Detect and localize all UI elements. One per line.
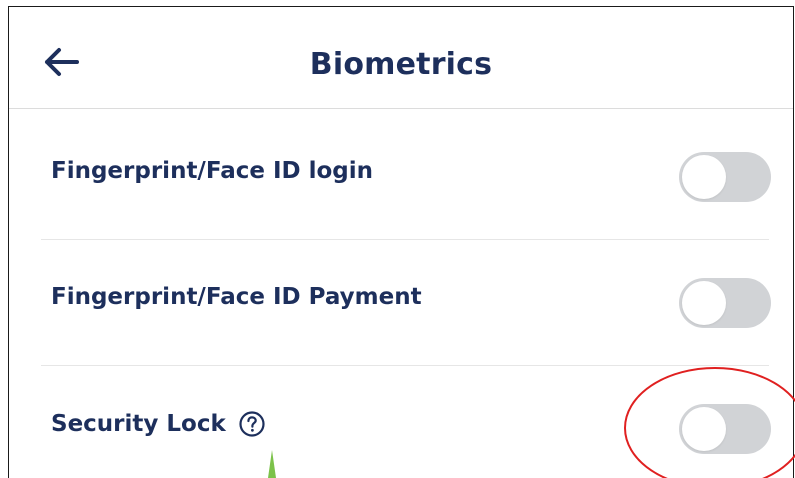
toggle-knob	[682, 281, 726, 325]
setting-label: Fingerprint/Face ID Payment	[51, 284, 422, 310]
setting-row-security-lock: Security Lock	[41, 367, 771, 478]
setting-row-fingerprint-payment: Fingerprint/Face ID Payment	[41, 241, 771, 366]
app-frame: Biometrics Fingerprint/Face ID login Fin…	[0, 0, 795, 478]
setting-label: Fingerprint/Face ID login	[51, 158, 374, 184]
security-lock-toggle[interactable]	[679, 404, 771, 454]
fingerprint-payment-toggle[interactable]	[679, 278, 771, 328]
toggle-knob	[682, 155, 726, 199]
toggle-knob	[682, 407, 726, 451]
fingerprint-login-toggle[interactable]	[679, 152, 771, 202]
security-lock-label-group: Security Lock	[51, 410, 266, 438]
biometrics-screen: Biometrics Fingerprint/Face ID login Fin…	[8, 6, 794, 478]
question-circle-icon[interactable]	[238, 410, 266, 438]
setting-label: Security Lock	[51, 411, 226, 437]
header-bar: Biometrics	[9, 7, 793, 109]
page-title: Biometrics	[309, 47, 493, 82]
setting-row-fingerprint-login: Fingerprint/Face ID login	[41, 115, 771, 240]
